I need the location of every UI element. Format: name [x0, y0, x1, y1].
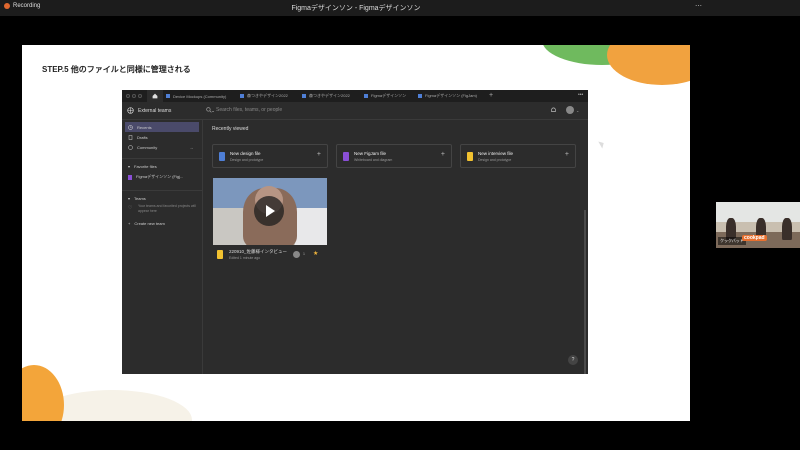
plus-icon: + [316, 151, 321, 158]
caret-down-icon: ▾ [128, 164, 131, 169]
file-icon [240, 94, 244, 98]
sidebar-item-recents[interactable]: Recents [125, 122, 199, 132]
presentation-slide: STEP.5 他のファイルと同様に管理される Device Mockups (C… [22, 45, 690, 421]
teams-note: Your teams and favorited projects will a… [138, 204, 196, 213]
tab-menu-icon[interactable]: ••• [578, 92, 583, 98]
home-tab[interactable] [147, 90, 163, 102]
create-team-button[interactable]: + Create new team [125, 218, 199, 228]
orange-decoration [607, 45, 690, 85]
heart-icon: ♡ [128, 205, 133, 211]
sidebar-divider [122, 190, 202, 191]
window-title: Figmaデザインソン - Figmaデザインソン [291, 5, 421, 12]
sidebar-item-label: Create new team [134, 220, 165, 226]
minimize-window-icon[interactable] [132, 94, 136, 98]
search-input[interactable]: Search files, teams, or people [206, 107, 282, 113]
plus-icon: + [564, 151, 569, 158]
main-content: Recently viewed New design file Design a… [203, 120, 588, 374]
file-meta: Edited 1 minute ago [229, 256, 261, 260]
figma-tab-bar: Device Mockups (Community) 森つきやデザイン2022 … [122, 90, 588, 102]
figma-window: Device Mockups (Community) 森つきやデザイン2022 … [122, 90, 588, 374]
design-file-icon [219, 152, 225, 161]
new-figjam-file-card[interactable]: New FigJam file Whiteboard and diagram + [336, 144, 452, 168]
more-icon[interactable]: ⋯ [695, 2, 709, 14]
section-title: Recently viewed [212, 126, 249, 132]
sidebar-item-label: Drafts [137, 134, 148, 140]
tab-figma-designthon[interactable]: Figmaデザインソン [364, 92, 406, 100]
help-button[interactable]: ? [568, 355, 578, 365]
favorites-section-title[interactable]: ▾ Favorite files [128, 164, 157, 169]
arrow-right-icon: → [189, 144, 194, 150]
tab-device-mockups[interactable]: Device Mockups (Community) [166, 92, 226, 100]
figma-header: External teams ⌄ Search files, teams, or… [122, 102, 588, 120]
tab-figma-designthon-figjam[interactable]: Figmaデザインソン (FigJam) [418, 92, 477, 100]
file-icon [364, 94, 368, 98]
plus-icon: + [128, 220, 131, 226]
search-placeholder: Search files, teams, or people [216, 107, 283, 113]
plus-icon: + [440, 151, 445, 158]
home-icon [152, 93, 158, 99]
avatar[interactable] [566, 106, 574, 114]
system-title-bar: Recording Figmaデザインソン - Figmaデザインソン ⋯ [0, 0, 800, 16]
sidebar-item-community[interactable]: Community → [125, 142, 199, 152]
teams-section-title[interactable]: ▾ Teams [128, 196, 146, 201]
file-icon [302, 94, 306, 98]
sidebar-divider [122, 158, 202, 159]
tab-file-3[interactable]: 森つきやデザイン2022 [302, 92, 350, 100]
globe-icon [128, 144, 133, 150]
slide-title: STEP.5 他のファイルと同様に管理される [42, 65, 191, 74]
interview-file-icon [467, 152, 473, 161]
team-name: External teams [138, 107, 172, 114]
tab-file-2[interactable]: 森つきやデザイン2022 [240, 92, 288, 100]
caret-down-icon: ▾ [128, 196, 131, 201]
file-thumbnail[interactable] [213, 178, 327, 245]
file-name: 220910_佐藤様インタビュー [229, 249, 288, 254]
recent-file-item[interactable]: 220910_佐藤様インタビュー Edited 1 minute ago 1 ★ [213, 178, 327, 262]
new-interview-file-card[interactable]: New interview file Design and prototype … [460, 144, 576, 168]
sidebar-item-label: Community [137, 144, 158, 150]
team-switcher[interactable]: External teams ⌄ [127, 107, 215, 114]
card-subtitle: Whiteboard and diagram [354, 158, 393, 162]
file-icon [128, 134, 133, 140]
bell-icon[interactable] [550, 106, 557, 114]
new-design-file-card[interactable]: New design file Design and prototype + [212, 144, 328, 168]
star-icon[interactable]: ★ [313, 250, 318, 257]
window-controls [126, 94, 142, 98]
sidebar-item-favorite-file[interactable]: Figmaデザインソン (Figj... [125, 172, 199, 182]
card-title: New design file [230, 151, 261, 156]
collaborator-count: 1 [303, 252, 305, 256]
play-icon[interactable] [254, 196, 284, 226]
sidebar-item-label: Figmaデザインソン (Figj... [136, 174, 184, 179]
chevron-down-icon[interactable]: ⌄ [576, 108, 579, 113]
cookpad-logo: cookpad [742, 235, 767, 241]
card-title: New FigJam file [354, 151, 387, 156]
sidebar-item-drafts[interactable]: Drafts [125, 132, 199, 142]
new-tab-button[interactable]: + [489, 92, 493, 100]
avatar [293, 251, 300, 258]
scrollbar[interactable] [584, 210, 586, 374]
figjam-file-icon [128, 174, 132, 180]
globe-icon [127, 107, 134, 114]
figjam-file-icon [343, 152, 349, 161]
sidebar: Recents Drafts Community → ▾ Favorite fi… [122, 120, 203, 374]
card-title: New interview file [478, 151, 514, 156]
file-info: 220910_佐藤様インタビュー Edited 1 minute ago 1 ★ [213, 247, 327, 262]
orange-decoration-bottom [22, 365, 64, 421]
clock-icon [128, 124, 133, 130]
close-window-icon[interactable] [126, 94, 130, 98]
search-icon [206, 107, 212, 113]
card-subtitle: Design and prototype [478, 158, 512, 162]
interview-file-icon [217, 250, 223, 259]
card-subtitle: Design and prototype [230, 158, 264, 162]
file-icon [418, 94, 422, 98]
webcam-video: クックパッド cookpad [716, 202, 800, 248]
maximize-window-icon[interactable] [138, 94, 142, 98]
sidebar-item-label: Recents [137, 124, 152, 130]
file-icon [166, 94, 170, 98]
